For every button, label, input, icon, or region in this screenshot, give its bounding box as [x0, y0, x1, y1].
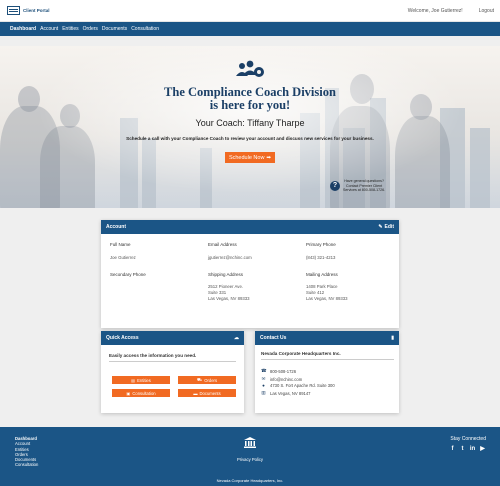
account-header: Account [106, 224, 126, 230]
contact-header: Contact Us [260, 335, 287, 341]
edit-button[interactable]: ✎ Edit [378, 224, 394, 230]
top-bar: Client Portal Welcome, Joe Gutierrez! Lo… [0, 0, 500, 22]
hero-description: Schedule a call with your Compliance Coa… [126, 136, 374, 141]
contact-company: Nevada Corporate Headquarters Inc. [261, 351, 341, 356]
contact-phone-row[interactable]: ☎ 800-508-1726 [261, 368, 296, 374]
map-pin-icon: ● [262, 383, 265, 388]
orders-button[interactable]: ⛟ Orders [178, 376, 236, 384]
consultation-button[interactable]: ▣ Consultation [112, 389, 170, 397]
contact-address-2: Las Vegas, NV 89147 [270, 390, 311, 396]
building-icon [7, 6, 20, 15]
help-line-3: Services at 800-508-1726. [343, 188, 386, 192]
contact-email-row[interactable]: ✉ info@nchinc.com [261, 376, 303, 382]
footer-link-consultation[interactable]: Consultation [15, 462, 38, 467]
secondary-phone-label: Secondary Phone [110, 272, 146, 277]
arrow-right-icon: ➡ [266, 154, 272, 161]
hero-banner: The Compliance Coach Division is here fo… [0, 46, 500, 208]
full-name-label: Full Name [110, 242, 131, 247]
shipping-label: Shipping Address [208, 272, 244, 277]
quick-access-label: Easily access the information you need. [109, 353, 197, 358]
contact-phone: 800-508-1726 [270, 368, 297, 374]
youtube-icon[interactable]: ▶ [479, 445, 486, 452]
email-value: jgutierrez@nchinc.com [208, 255, 252, 260]
account-card: Account ✎ Edit Full Name Joe Gutierrez E… [101, 220, 399, 328]
coach-name: Your Coach: Tiffany Tharpe [195, 118, 305, 128]
help-line-1: Have general questions? [344, 179, 384, 183]
quick-access-card: Quick Access ☁ Easily access the informa… [101, 331, 244, 413]
bookmark-icon: ▮ [391, 335, 394, 341]
entities-button[interactable]: ▤ Entities [112, 376, 170, 384]
email-label: Email Address [208, 242, 237, 247]
question-icon: ? [330, 180, 340, 191]
logo-text: Client Portal [23, 8, 50, 13]
envelope-icon: ✉ [261, 376, 266, 381]
privacy-policy-link[interactable]: Privacy Policy [0, 457, 500, 462]
stay-connected-label: Stay Connected [450, 436, 486, 442]
full-name-value: Joe Gutierrez [110, 255, 136, 260]
contact-email: info@nchinc.com [270, 376, 303, 382]
folder-icon: ▬ [193, 390, 198, 396]
hero-title: The Compliance Coach Division is here fo… [164, 85, 336, 112]
facebook-icon[interactable]: f [449, 445, 456, 452]
contact-city-row: ▥ Las Vegas, NV 89147 [261, 390, 311, 396]
copyright-text: Nevada Corporate Headquarters, Inc. [216, 478, 284, 483]
pencil-icon: ✎ [378, 224, 383, 230]
primary-phone-label: Primary Phone [306, 242, 336, 247]
documents-button[interactable]: ▬ Documents [178, 389, 236, 397]
help-callout: ? Have general questions? Contact Premie… [330, 179, 385, 193]
building-small-icon: ▥ [261, 390, 266, 395]
schedule-now-button[interactable]: Schedule Now ➡ [225, 152, 275, 163]
mailing-value: 1408 Park Place Suite 412 Las Vegas, NV … [306, 284, 348, 301]
entities-icon: ▤ [131, 377, 136, 383]
welcome-text: Welcome, Joe Gutierrez! [407, 8, 463, 14]
cart-icon: ⛟ [196, 377, 203, 382]
portal-logo[interactable]: Client Portal [7, 6, 50, 15]
nav-orders[interactable]: Orders [83, 26, 98, 32]
contact-card: Contact Us ▮ Nevada Corporate Headquarte… [255, 331, 399, 413]
nav-dashboard[interactable]: Dashboard [10, 26, 36, 32]
mailing-label: Mailing Address [306, 272, 338, 277]
contact-address-1: 4730 S. Fort Apache Rd. Suite 300 [270, 383, 335, 388]
social-links: f t in ▶ [449, 445, 486, 453]
main-nav: Dashboard Account Entities Orders Docume… [0, 22, 500, 36]
nav-account[interactable]: Account [40, 26, 58, 32]
logout-link[interactable]: Logout [479, 8, 494, 14]
cloud-icon: ☁ [234, 335, 239, 341]
nav-consultation[interactable]: Consultation [131, 26, 159, 32]
twitter-icon[interactable]: t [459, 445, 466, 452]
footer-links: Dashboard Account Entities Orders Docume… [15, 436, 38, 468]
nav-entities[interactable]: Entities [62, 26, 78, 32]
team-gear-icon [236, 60, 264, 77]
quick-access-header: Quick Access [106, 335, 139, 341]
nav-documents[interactable]: Documents [102, 26, 127, 32]
chat-icon: ▣ [126, 390, 131, 396]
shipping-value: 2512 Pioneer Ave. Suite 331 Las Vegas, N… [208, 284, 250, 301]
contact-address-row: ● 4730 S. Fort Apache Rd. Suite 300 [261, 383, 335, 388]
footer-building-icon [244, 437, 256, 448]
primary-phone-value: (843) 321-4213 [306, 255, 336, 260]
linkedin-icon[interactable]: in [469, 445, 476, 452]
phone-icon: ☎ [261, 368, 267, 373]
footer: Dashboard Account Entities Orders Docume… [0, 427, 500, 486]
